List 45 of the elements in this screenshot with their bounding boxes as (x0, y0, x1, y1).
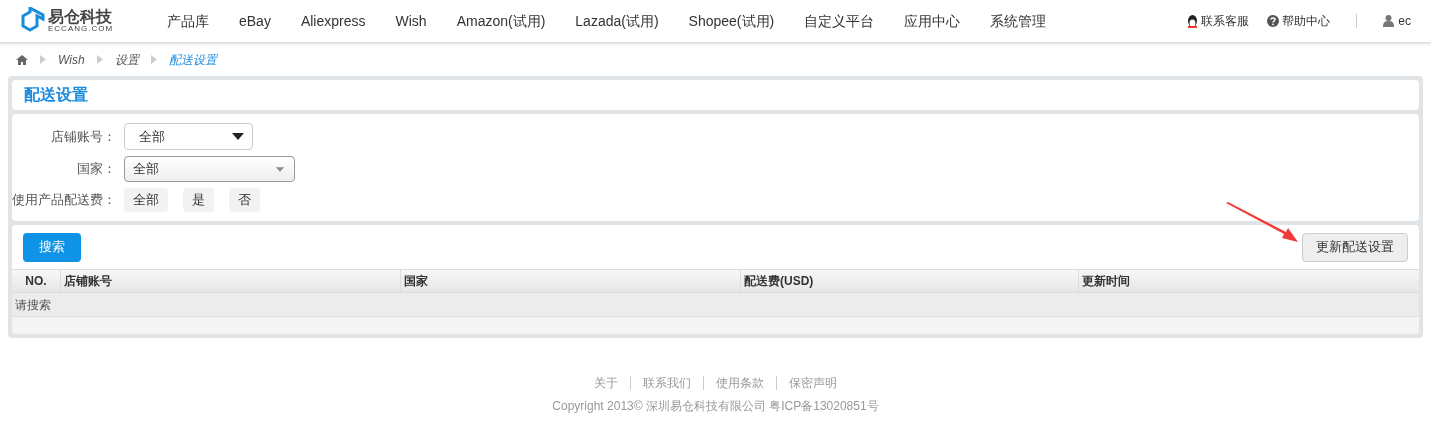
help-link[interactable]: 帮助中心 (1282, 12, 1331, 30)
empty-message: 请搜索 (15, 296, 51, 314)
column-header: 店铺账号 (61, 270, 401, 292)
copyright-text: Copyright 2013© 深圳易仓科技有限公司 粤ICP备13020851号 (552, 398, 879, 415)
penguin-icon (1187, 14, 1199, 28)
filter-option[interactable]: 是 (183, 188, 214, 212)
breadcrumb-link[interactable]: 配送设置 (168, 50, 217, 69)
filter-option[interactable]: 否 (229, 188, 260, 212)
breadcrumb-link[interactable]: 设置 (114, 50, 139, 69)
country-select[interactable]: 全部 (124, 156, 295, 182)
nav-link[interactable]: Amazon(试用) (456, 10, 546, 32)
column-header: NO. (12, 270, 61, 292)
store-select[interactable]: 全部 (124, 123, 253, 150)
chevron-icon (96, 55, 103, 64)
nav-link[interactable]: Aliexpress (300, 10, 366, 32)
column-header: 国家 (401, 270, 741, 292)
nav-link[interactable]: 产品库 (167, 10, 209, 32)
nav-link[interactable]: eBay (239, 10, 271, 32)
filter-label: 国家： (76, 160, 117, 179)
nav-link[interactable]: Lazada(试用) (575, 10, 659, 32)
chevron-icon (40, 55, 46, 64)
filter-label: 店铺账号： (50, 127, 117, 146)
column-header: 配送费(USD) (741, 270, 1079, 292)
page-title: 配送设置 (24, 85, 88, 105)
nav-link[interactable]: 应用中心 (904, 10, 961, 32)
nav-link[interactable]: Shopee(试用) (688, 10, 775, 32)
logo-domain: ECCANG.COM (48, 25, 114, 33)
caret-icon (232, 133, 244, 140)
nav-link[interactable]: Wish (395, 10, 427, 32)
user-icon (1383, 15, 1395, 27)
update-button[interactable]: 更新配送设置 (1302, 232, 1408, 262)
home-icon[interactable] (16, 54, 28, 65)
filter-label: 使用产品配送费： (12, 191, 117, 210)
support-link[interactable]: 联系客服 (1201, 12, 1250, 30)
nav-link[interactable]: 自定义平台 (804, 10, 875, 32)
help-icon (1267, 15, 1280, 27)
arrow-icon (1226, 202, 1298, 244)
logo-name: 易仓科技 (48, 9, 113, 25)
filter-option[interactable]: 全部 (124, 188, 168, 212)
column-header: 更新时间 (1081, 273, 1131, 290)
nav-link[interactable]: 系统管理 (990, 10, 1047, 32)
user-menu[interactable]: ec (1398, 12, 1411, 30)
caret-icon (276, 166, 284, 172)
breadcrumb-link[interactable]: Wish (58, 50, 85, 69)
chevron-icon (150, 55, 157, 64)
